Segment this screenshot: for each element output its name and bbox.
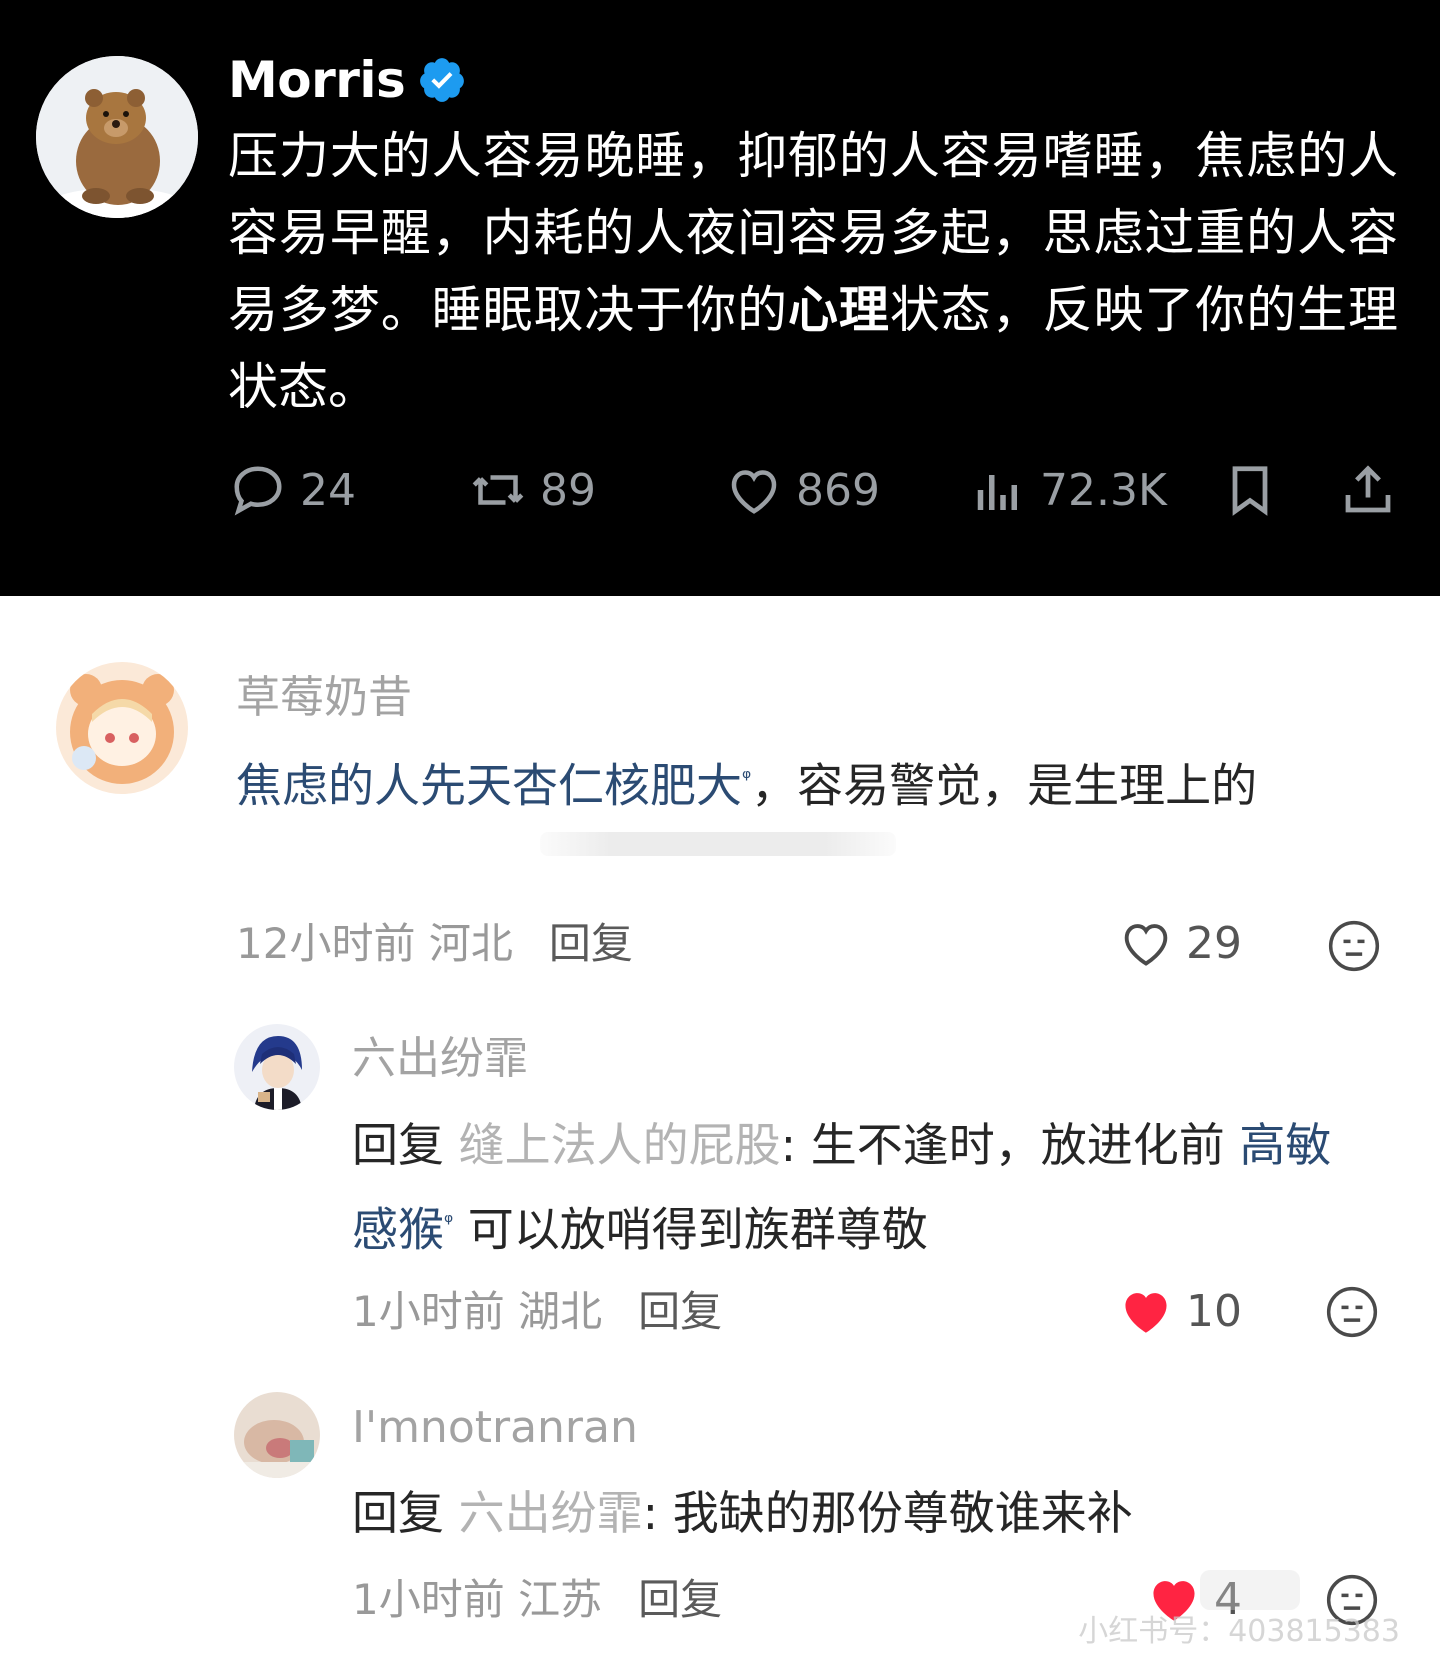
comment-like-button[interactable]: 10 [1116, 1282, 1242, 1340]
reply-link[interactable]: 回复 [549, 919, 633, 968]
blurred-region [540, 832, 896, 856]
search-mark-icon: ᵠ [742, 766, 752, 791]
share-icon [1345, 465, 1391, 513]
comment-location: 河北 [428, 919, 513, 968]
comment-text-rest: ，容易警觉，是生理上的 [751, 758, 1258, 813]
author-name[interactable]: Morris [228, 50, 406, 110]
comment-meta: 1小时前 湖北 回复 [352, 1284, 722, 1340]
comment-time: 1小时前 [352, 1287, 505, 1336]
reply-prefix: 回复 [352, 1486, 444, 1540]
reply-link[interactable]: 回复 [638, 1575, 722, 1624]
comment-time: 1小时前 [352, 1575, 505, 1624]
reply-link[interactable]: 回复 [638, 1287, 722, 1336]
comment-meta: 1小时前 江苏 回复 [352, 1572, 722, 1628]
retweet-button[interactable]: 89 [468, 460, 596, 520]
verified-badge-icon [420, 58, 465, 102]
watermark-logo [1200, 1570, 1300, 1610]
comment-username[interactable]: I'mnotranran [352, 1400, 638, 1456]
comment-text-part: : 我缺的那份尊敬谁来补 [642, 1486, 1133, 1540]
comments-section: 草莓奶昔 焦虑的人先天杏仁核肥大ᵠ，容易警觉，是生理上的 12小时前 河北 回复 … [0, 596, 1440, 1678]
tweet-text: 压力大的人容易晚睡，抑郁的人容易嗜睡，焦虑的人容易早醒，内耗的人夜间容易多起，思… [228, 118, 1398, 426]
comment-username[interactable]: 六出纷霏 [352, 1031, 528, 1087]
like-count: 869 [796, 464, 880, 516]
views-icon [977, 475, 1017, 510]
dislike-face-icon[interactable] [1324, 1284, 1380, 1340]
reply-icon [234, 466, 282, 516]
comment-text-part: : 生不逢时，放进化前 [780, 1118, 1240, 1172]
comment-text-part: 可以放哨得到族群尊敬 [453, 1202, 928, 1257]
search-mark-icon: ᵠ [444, 1210, 454, 1235]
comment-like-button[interactable]: 29 [1116, 914, 1242, 972]
comment-text: 回复 缝上法人的屁股: 生不逢时，放进化前 高敏感猴ᵠ 可以放哨得到族群尊敬 [352, 1106, 1372, 1268]
comment-text: 回复 六出纷霏: 我缺的那份尊敬谁来补 [352, 1474, 1372, 1552]
reply-to-user[interactable]: 六出纷霏 [459, 1486, 643, 1540]
bookmark-icon [1232, 466, 1268, 516]
tweet-card: Morris 压力大的人容易晚睡，抑郁的人容易嗜睡，焦虑的人容易早醒，内耗的人夜… [0, 0, 1440, 596]
dislike-face-icon[interactable] [1326, 918, 1382, 974]
reply-to-user[interactable]: 缝上法人的屁股 [459, 1118, 781, 1172]
heart-filled-icon [1125, 1293, 1167, 1333]
comment-meta: 12小时前 河北 回复 [236, 916, 633, 972]
heart-outline-icon [1124, 924, 1168, 966]
comment-location: 湖北 [518, 1287, 603, 1336]
comment-location: 江苏 [518, 1575, 603, 1624]
views-button[interactable]: 72.3K [968, 460, 1167, 520]
comment-time: 12小时前 [236, 919, 416, 968]
search-link[interactable]: 焦虑的人先天杏仁核肥大 [236, 758, 742, 812]
comment-text: 焦虑的人先天杏仁核肥大ᵠ，容易警觉，是生理上的 [236, 740, 1366, 824]
heart-icon [731, 470, 777, 514]
author-avatar[interactable] [36, 56, 198, 218]
views-count: 72.3K [1040, 464, 1167, 516]
share-button[interactable] [1338, 460, 1410, 520]
watermark: 小红书号：403815383 [1078, 1614, 1400, 1649]
tweet-text-bold: 心理 [788, 281, 890, 339]
retweet-count: 89 [540, 464, 596, 516]
comment-avatar[interactable] [56, 662, 188, 794]
reply-count: 24 [300, 464, 356, 516]
reply-button[interactable]: 24 [228, 460, 356, 520]
comment-avatar[interactable] [234, 1392, 320, 1478]
reply-prefix: 回复 [352, 1118, 444, 1172]
comment-like-count: 10 [1186, 1285, 1242, 1337]
comment-avatar[interactable] [234, 1024, 320, 1110]
comment-username[interactable]: 草莓奶昔 [236, 670, 412, 726]
tweet-actions: 24 89 869 72.3K [228, 460, 1408, 520]
author-name-row: Morris [228, 50, 467, 110]
retweet-icon [472, 475, 524, 505]
comment-like-count: 29 [1186, 917, 1242, 969]
like-button[interactable]: 869 [724, 460, 880, 520]
bookmark-button[interactable] [1220, 460, 1292, 520]
